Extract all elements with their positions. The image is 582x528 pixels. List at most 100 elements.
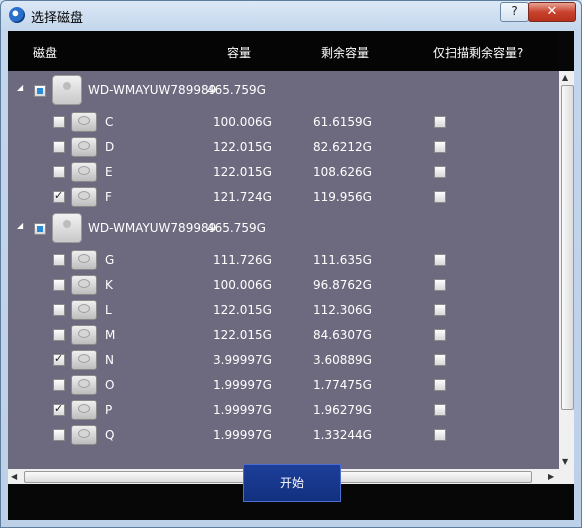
scroll-up-arrow-icon[interactable]: ▲ (562, 73, 568, 82)
partition-checkbox[interactable] (53, 254, 65, 266)
partition-capacity: 121.724G (213, 190, 272, 204)
partition-capacity: 122.015G (213, 140, 272, 154)
disk-name: WD-WMAYUW789989 (88, 83, 217, 97)
partition-letter: N (105, 353, 114, 367)
scan-free-only-checkbox[interactable] (434, 404, 446, 416)
partition-row[interactable]: D 122.015G 82.6212G (8, 134, 559, 159)
vertical-scrollbar[interactable]: ▲ ▼ (559, 71, 574, 469)
disk-capacity: 465.759G (207, 83, 266, 97)
scan-free-only-checkbox[interactable] (434, 191, 446, 203)
partition-letter: F (105, 190, 112, 204)
scan-free-only-checkbox[interactable] (434, 304, 446, 316)
scan-free-only-checkbox[interactable] (434, 254, 446, 266)
partition-letter: D (105, 140, 115, 154)
app-icon (9, 7, 25, 23)
partition-row[interactable]: M 122.015G 84.6307G (8, 322, 559, 347)
partition-capacity: 100.006G (213, 278, 272, 292)
header-disk: 磁盘 (33, 46, 58, 60)
partition-capacity: 100.006G (213, 115, 272, 129)
partition-row[interactable]: P 1.99997G 1.96279G (8, 397, 559, 422)
partition-drive-icon (71, 300, 97, 320)
scan-free-only-checkbox[interactable] (434, 166, 446, 178)
header-capacity: 容量 (227, 46, 252, 60)
scroll-left-arrow-icon[interactable]: ◀ (11, 472, 17, 481)
partition-checkbox[interactable] (53, 116, 65, 128)
disk-name: WD-WMAYUW789989 (88, 221, 217, 235)
partition-row[interactable]: C 100.006G 61.6159G (8, 109, 559, 134)
partition-free: 96.8762G (313, 278, 372, 292)
partition-drive-icon (71, 325, 97, 345)
disk-checkbox[interactable] (34, 223, 46, 235)
partition-free: 82.6212G (313, 140, 372, 154)
partition-drive-icon (71, 187, 97, 207)
start-button[interactable]: 开始 (243, 464, 341, 502)
partition-letter: M (105, 328, 116, 342)
partition-checkbox[interactable] (53, 352, 65, 366)
scan-free-only-checkbox[interactable] (434, 379, 446, 391)
partition-free: 1.77475G (313, 378, 372, 392)
scan-free-only-checkbox[interactable] (434, 354, 446, 366)
scrollbar-corner (559, 469, 574, 484)
header-free: 剩余容量 (321, 46, 370, 60)
help-button[interactable]: ? (500, 2, 529, 22)
vertical-scroll-thumb[interactable] (561, 85, 574, 410)
header-scan-free-only: 仅扫描剩余容量? (433, 46, 524, 60)
partition-letter: O (105, 378, 115, 392)
partition-letter: C (105, 115, 114, 129)
partition-checkbox[interactable] (53, 279, 65, 291)
partition-row[interactable]: E 122.015G 108.626G (8, 159, 559, 184)
partition-drive-icon (71, 162, 97, 182)
partition-capacity: 122.015G (213, 303, 272, 317)
partition-letter: Q (105, 428, 115, 442)
partition-checkbox[interactable] (53, 166, 65, 178)
partition-letter: G (105, 253, 115, 267)
partition-row[interactable]: K 100.006G 96.8762G (8, 272, 559, 297)
partition-capacity: 111.726G (213, 253, 272, 267)
partition-checkbox[interactable] (53, 304, 65, 316)
close-button[interactable]: ✕ (528, 2, 576, 22)
partition-drive-icon (71, 137, 97, 157)
disk-list[interactable]: ◢ WD-WMAYUW789989 465.759G C 100.006G 61.6159… (8, 71, 559, 469)
partition-drive-icon (71, 112, 97, 132)
partition-drive-icon (71, 375, 97, 395)
partition-drive-icon (71, 350, 97, 370)
scan-free-only-checkbox[interactable] (434, 279, 446, 291)
expand-arrow-icon[interactable]: ◢ (17, 222, 23, 230)
partition-checkbox[interactable] (53, 189, 65, 203)
column-header: 磁盘 容量 剩余容量 仅扫描剩余容量? (8, 31, 559, 71)
expand-arrow-icon[interactable]: ◢ (17, 84, 23, 92)
partition-letter: K (105, 278, 113, 292)
partition-capacity: 1.99997G (213, 378, 272, 392)
partition-checkbox[interactable] (53, 379, 65, 391)
partition-checkbox[interactable] (53, 329, 65, 341)
scan-free-only-checkbox[interactable] (434, 141, 446, 153)
partition-row[interactable]: G 111.726G 111.635G (8, 247, 559, 272)
window-title: 选择磁盘 (31, 11, 84, 26)
disk-row[interactable]: ◢ WD-WMAYUW789989 465.759G (8, 209, 559, 247)
partition-row[interactable]: O 1.99997G 1.77475G (8, 372, 559, 397)
scroll-down-arrow-icon[interactable]: ▼ (562, 457, 568, 466)
partition-row[interactable]: N 3.99997G 3.60889G (8, 347, 559, 372)
scan-free-only-checkbox[interactable] (434, 329, 446, 341)
partition-free: 1.33244G (313, 428, 372, 442)
disk-checkbox[interactable] (34, 85, 46, 97)
title-bar[interactable]: 选择磁盘 ? ✕ (1, 1, 581, 29)
partition-row[interactable]: F 121.724G 119.956G (8, 184, 559, 209)
partition-capacity: 1.99997G (213, 403, 272, 417)
partition-free: 1.96279G (313, 403, 372, 417)
partition-capacity: 122.015G (213, 328, 272, 342)
partition-drive-icon (71, 400, 97, 420)
scan-free-only-checkbox[interactable] (434, 429, 446, 441)
partition-letter: P (105, 403, 113, 417)
disk-row[interactable]: ◢ WD-WMAYUW789989 465.759G (8, 71, 559, 109)
partition-checkbox[interactable] (53, 429, 65, 441)
hard-disk-icon (52, 75, 82, 105)
scroll-right-arrow-icon[interactable]: ▶ (548, 472, 554, 481)
partition-checkbox[interactable] (53, 141, 65, 153)
dialog-window: 选择磁盘 ? ✕ 磁盘 容量 剩余容量 仅扫描剩余容量? ◢ WD-WMAYUW7… (0, 0, 582, 528)
partition-checkbox[interactable] (53, 402, 65, 416)
scan-free-only-checkbox[interactable] (434, 116, 446, 128)
partition-row[interactable]: L 122.015G 112.306G (8, 297, 559, 322)
partition-row[interactable]: Q 1.99997G 1.33244G (8, 422, 559, 447)
partition-free: 3.60889G (313, 353, 372, 367)
